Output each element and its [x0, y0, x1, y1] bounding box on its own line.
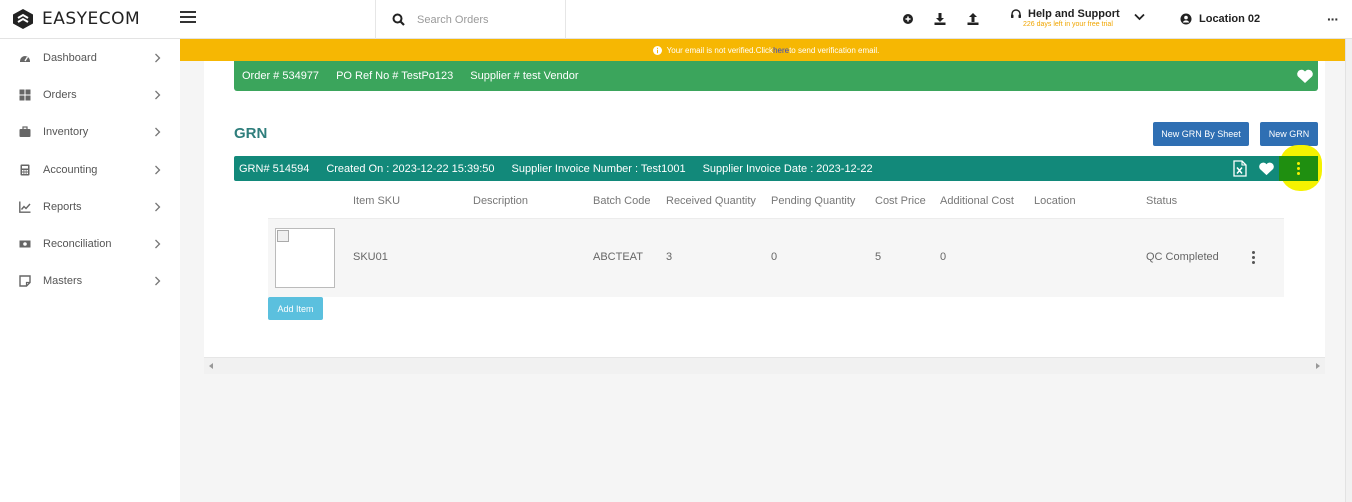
verification-link[interactable]: here	[773, 46, 789, 55]
cell-batch-code: ABCTEAT	[593, 251, 643, 263]
search-box	[375, 0, 566, 39]
column-header-pending-quantity: Pending Quantity	[771, 195, 856, 207]
sidebar-item-reconciliation[interactable]: Reconciliation	[0, 225, 180, 262]
location-selector[interactable]: Location 02	[1180, 13, 1260, 25]
cell-additional-cost: 0	[940, 251, 947, 263]
chevron-right-icon	[155, 53, 161, 63]
heart-icon[interactable]	[1258, 161, 1275, 176]
new-grn-by-sheet-button[interactable]: New GRN By Sheet	[1153, 122, 1249, 146]
banner-text-before: Your email is not verified.Click	[666, 45, 774, 55]
sidebar-item-label: Reports	[43, 200, 82, 213]
supplier-name: Supplier # test Vendor	[470, 70, 579, 82]
banner-text-after: to send verification email.	[789, 45, 880, 55]
grn-created-on: Created On : 2023-12-22 15:39:50	[326, 162, 495, 175]
menu-toggle-icon[interactable]	[180, 11, 196, 25]
sidebar-item-masters[interactable]: Masters	[0, 263, 180, 300]
note-icon	[19, 275, 31, 288]
chevron-right-icon	[155, 90, 161, 100]
calculator-icon	[20, 164, 30, 176]
main-content-card	[204, 61, 1325, 357]
easyecom-logo-icon	[13, 9, 33, 29]
heart-icon[interactable]	[1296, 68, 1314, 84]
sidebar-item-label: Inventory	[43, 126, 89, 139]
row-more-options-icon[interactable]	[1252, 251, 1256, 264]
grid-icon	[19, 89, 31, 101]
add-circle-icon[interactable]	[901, 12, 915, 26]
user-circle-icon	[1180, 13, 1192, 25]
sidebar-item-orders[interactable]: Orders	[0, 76, 180, 113]
grn-number: GRN# 514594	[239, 162, 310, 175]
excel-export-icon[interactable]	[1233, 160, 1247, 177]
cell-pending-quantity: 0	[771, 251, 778, 263]
sidebar-item-label: Dashboard	[43, 51, 97, 64]
horizontal-scrollbar[interactable]	[204, 357, 1325, 374]
cell-item-sku: SKU01	[353, 251, 388, 263]
cell-cost-price: 5	[875, 251, 882, 263]
trial-days-text: 226 days left in your free trial	[1023, 21, 1113, 28]
search-icon	[392, 13, 405, 26]
sidebar-item-dashboard[interactable]: Dashboard	[0, 39, 180, 76]
grn-section-title: GRN	[234, 125, 268, 142]
supplier-invoice-number: Supplier Invoice Number : Test1001	[511, 162, 686, 175]
dashboard-icon	[20, 55, 30, 62]
info-icon	[652, 45, 662, 55]
money-icon	[19, 240, 31, 248]
order-summary-bar: Order # 534977 PO Ref No # TestPo123 Sup…	[234, 61, 1318, 91]
po-reference: PO Ref No # TestPo123	[336, 70, 454, 82]
sidebar-item-label: Accounting	[43, 163, 98, 176]
download-icon[interactable]	[933, 12, 947, 26]
chart-icon	[19, 201, 31, 213]
help-and-support[interactable]: Help and Support 226 days left in your f…	[1010, 8, 1120, 28]
vertical-scrollbar[interactable]	[1345, 39, 1352, 502]
email-verification-banner: Your email is not verified.Click here to…	[180, 39, 1352, 61]
new-grn-button[interactable]: New GRN	[1260, 122, 1318, 146]
chevron-right-icon	[155, 276, 161, 286]
sidebar-item-label: Orders	[43, 88, 77, 101]
chevron-right-icon	[155, 239, 161, 249]
scroll-left-icon[interactable]	[209, 363, 213, 369]
briefcase-icon	[19, 126, 31, 138]
cell-received-quantity: 3	[666, 251, 673, 263]
column-header-batch-code: Batch Code	[593, 195, 651, 207]
column-header-item-sku: Item SKU	[353, 195, 401, 207]
sidebar-item-accounting[interactable]: Accounting	[0, 151, 180, 188]
cell-status: QC Completed	[1146, 251, 1219, 263]
search-input[interactable]	[417, 13, 557, 26]
location-label: Location 02	[1199, 13, 1261, 25]
column-header-status: Status	[1146, 195, 1178, 207]
sidebar-item-inventory[interactable]: Inventory	[0, 114, 180, 151]
column-header-additional-cost: Additional Cost	[940, 195, 1014, 207]
column-header-location: Location	[1034, 195, 1076, 207]
logo[interactable]: EASYECOM	[12, 8, 140, 30]
sidebar-item-reports[interactable]: Reports	[0, 188, 180, 225]
column-header-cost-price: Cost Price	[875, 195, 926, 207]
chevron-right-icon	[155, 202, 161, 212]
sidebar-item-label: Reconciliation	[43, 238, 112, 251]
scroll-right-icon[interactable]	[1316, 363, 1320, 369]
sidebar-item-label: Masters	[43, 275, 83, 288]
headset-icon	[1011, 9, 1021, 18]
order-number: Order # 534977	[242, 70, 320, 82]
add-item-button[interactable]: Add Item	[268, 297, 323, 320]
item-image	[275, 228, 335, 288]
help-title: Help and Support	[1028, 8, 1120, 20]
more-options-icon[interactable]: ···	[1327, 11, 1339, 27]
column-header-description: Description	[473, 195, 529, 207]
logo-text: EASYECOM	[42, 9, 141, 29]
broken-image-icon	[277, 230, 289, 242]
column-header-received-quantity: Received Quantity	[666, 195, 756, 207]
upload-icon[interactable]	[966, 12, 980, 26]
supplier-invoice-date: Supplier Invoice Date : 2023-12-22	[702, 162, 873, 175]
chevron-down-icon[interactable]	[1134, 13, 1145, 21]
sidebar: Dashboard Orders Inventory Accounting Re…	[0, 39, 180, 502]
top-bar: EASYECOM Help and Support 226 days left …	[0, 0, 1352, 39]
chevron-right-icon	[155, 127, 161, 137]
chevron-right-icon	[155, 165, 161, 174]
grn-more-options-icon[interactable]	[1279, 156, 1318, 181]
grn-header-bar: GRN# 514594 Created On : 2023-12-22 15:3…	[234, 145, 1322, 191]
